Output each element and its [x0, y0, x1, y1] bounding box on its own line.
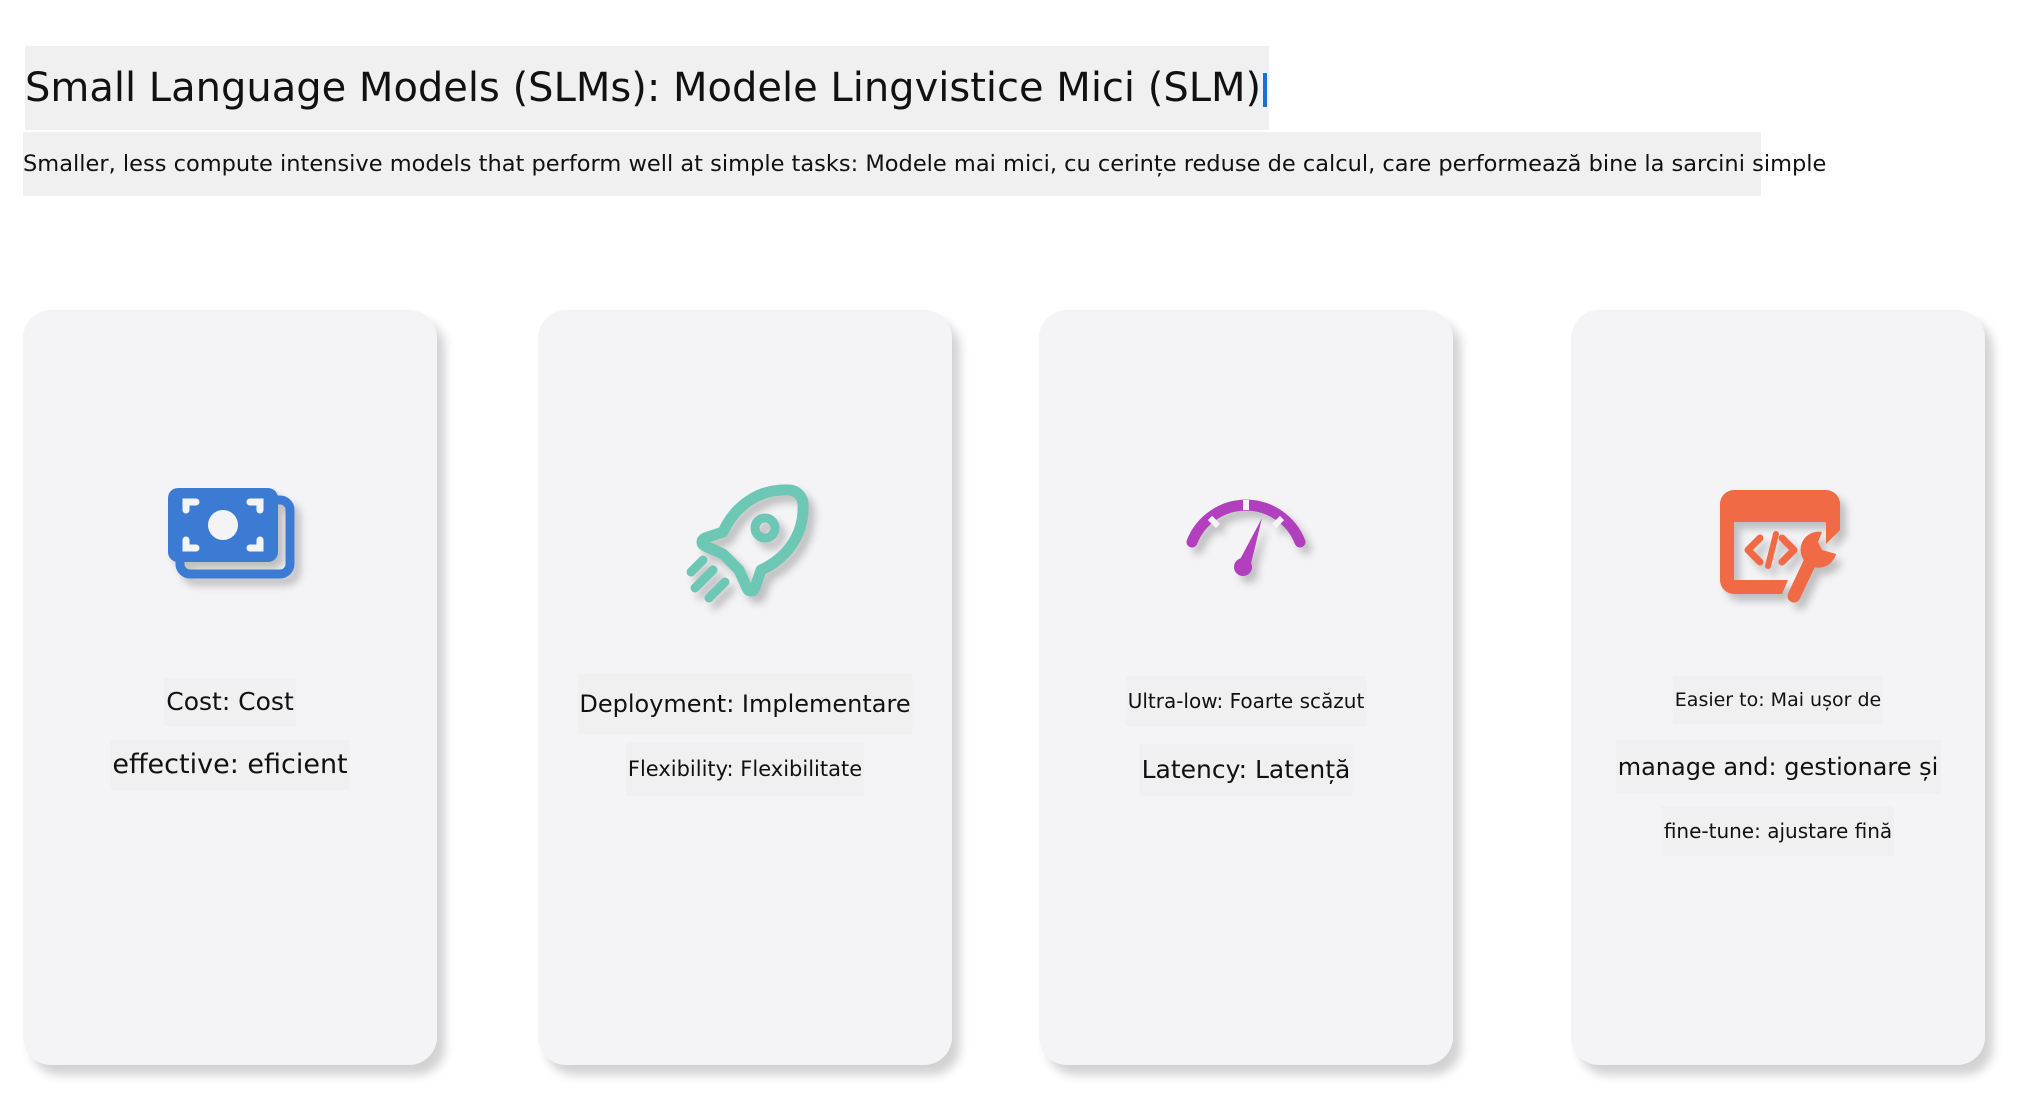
card-line: Easier to: Mai ușor de: [1672, 676, 1884, 724]
rocket-icon: [665, 470, 825, 620]
page-title-text: Small Language Models (SLMs): Modele Lin…: [25, 65, 1262, 111]
card-line: Ultra-low: Foarte scăzut: [1125, 676, 1367, 726]
card-cost: Cost: Cost effective: eficient: [23, 310, 437, 1065]
card-line: Cost: Cost: [164, 678, 296, 726]
card-line: effective: eficient: [110, 740, 350, 790]
page-subtitle: Smaller, less compute intensive models t…: [23, 132, 1826, 196]
card-line: manage and: gestionare și: [1615, 740, 1941, 794]
text-cursor: [1263, 73, 1268, 107]
speedometer-icon: [1166, 470, 1326, 620]
card-manage: Easier to: Mai ușor de manage and: gesti…: [1571, 310, 1985, 1065]
card-latency: Ultra-low: Foarte scăzut Latency: Latenț…: [1039, 310, 1453, 1065]
card-line: Deployment: Implementare: [577, 674, 913, 734]
page-subtitle-text: Smaller, less compute intensive models t…: [23, 151, 1827, 177]
card-line: Latency: Latență: [1139, 744, 1353, 796]
code-wrench-icon: [1698, 470, 1858, 620]
card-line: fine-tune: ajustare fină: [1661, 806, 1895, 856]
card-deployment: Deployment: Implementare Flexibility: Fl…: [538, 310, 952, 1065]
card-line: Flexibility: Flexibilitate: [625, 742, 865, 796]
page-title: Small Language Models (SLMs): Modele Lin…: [25, 46, 1270, 130]
money-icon: [150, 470, 310, 620]
